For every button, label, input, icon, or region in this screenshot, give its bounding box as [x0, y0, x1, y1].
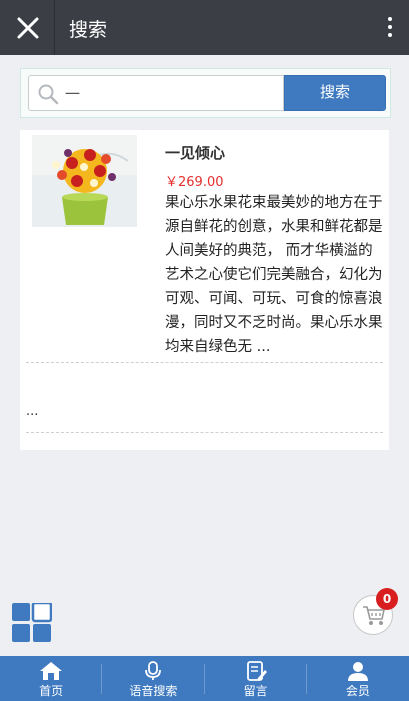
nav-message[interactable]: 留言 — [205, 656, 307, 701]
more-vertical-icon — [388, 17, 392, 21]
product-image[interactable] — [32, 135, 137, 227]
nav-label: 留言 — [243, 684, 268, 698]
product-name[interactable]: 一见倾心 — [165, 142, 225, 163]
user-icon — [347, 662, 368, 681]
product-price: ￥269.00 — [165, 175, 224, 190]
search-button[interactable]: 搜索 — [284, 75, 386, 111]
nav-label: 首页 — [39, 684, 64, 698]
nav-label: 会员 — [345, 684, 370, 698]
search-icon — [38, 84, 59, 105]
grid-menu-icon[interactable] — [12, 603, 52, 643]
more-button[interactable] — [385, 14, 395, 42]
product-description: 果心乐水果花束最美妙的地方在于源自鲜花的创意，水果和鲜花都是人间美好的典范， 而… — [165, 195, 383, 355]
nav-home[interactable]: 首页 — [0, 656, 103, 701]
microphone-icon — [145, 661, 162, 680]
search-input-value: 一 — [65, 85, 81, 103]
divider — [26, 432, 383, 433]
nav-label: 语音搜索 — [129, 684, 178, 698]
message-edit-icon — [246, 661, 267, 681]
page-title: 搜索 — [69, 19, 108, 41]
cart-count-badge: 0 — [376, 588, 398, 610]
header-divider — [54, 0, 55, 55]
divider — [26, 362, 383, 363]
bottom-nav: 首页 语音搜索 留言 会员 — [0, 656, 409, 701]
home-icon — [40, 662, 63, 680]
nav-member[interactable]: 会员 — [307, 656, 409, 701]
search-results: 一见倾心 ￥269.00 果心乐水果花束最美妙的地方在于源自鲜花的创意，水果和鲜… — [20, 130, 389, 450]
close-button[interactable] — [14, 14, 42, 42]
search-input[interactable]: 一 — [28, 75, 284, 111]
more-results-text: ... — [26, 404, 39, 419]
nav-voice-search[interactable]: 语音搜索 — [102, 656, 205, 701]
search-bar: 一 搜索 — [20, 68, 391, 118]
top-bar: 搜索 — [0, 0, 409, 55]
close-icon — [17, 17, 39, 39]
